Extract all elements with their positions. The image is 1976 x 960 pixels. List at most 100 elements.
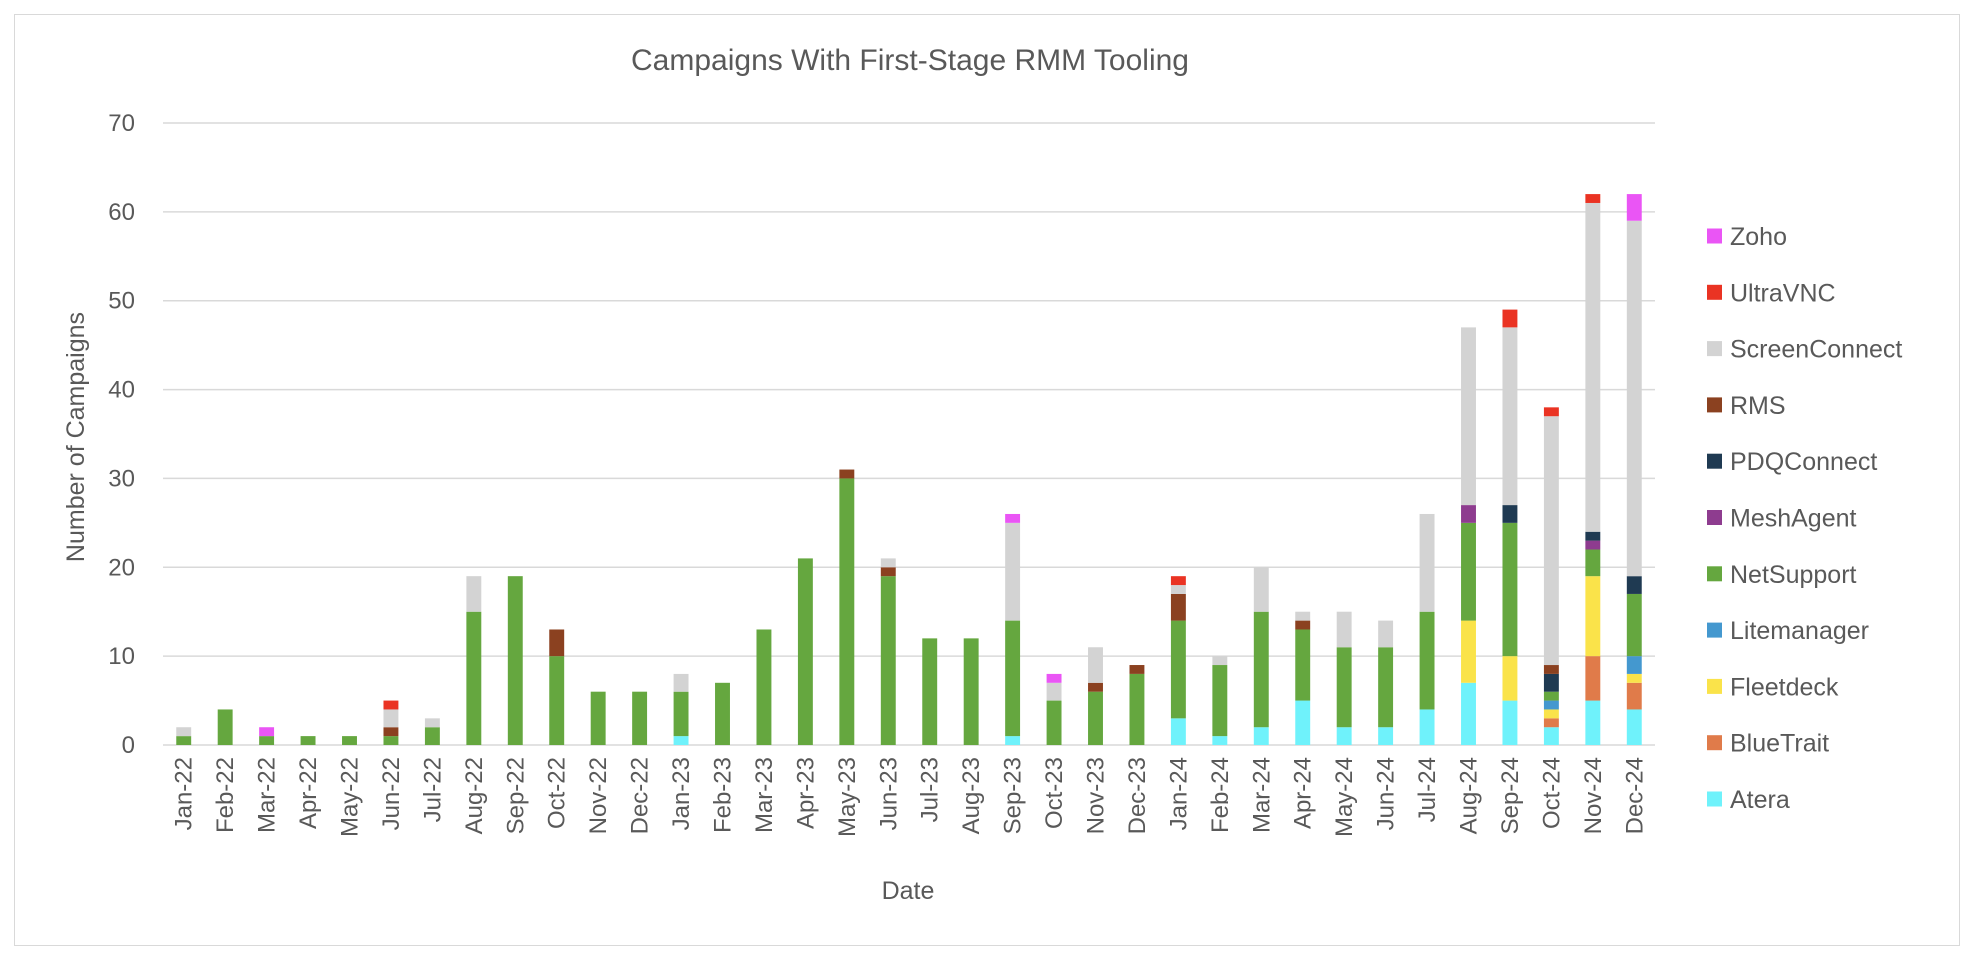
x-tick-label: May-23 [834,757,861,837]
legend-swatch [1707,397,1722,413]
bar-segment [1502,309,1518,328]
x-tick-label: Jan-23 [668,757,695,830]
bar-segment [383,727,399,737]
bar-segment [1543,700,1559,710]
bar-segment [1005,522,1021,621]
bar-segment [176,736,192,745]
bar-segment [1502,505,1518,523]
bar-segment [1295,620,1311,630]
bar-segment [1295,629,1311,701]
x-tick-label: Sep-23 [1000,757,1027,834]
bar-segment [880,567,896,577]
legend: Zoho UltraVNC ScreenConnect RMS PDQConnect Me… [1707,223,1902,814]
x-tick-label: Jul-22 [419,757,446,822]
bar-segment [839,478,855,745]
x-tick-label: Mar-24 [1248,757,1275,833]
bar-segment [673,691,689,737]
bar-segment [1543,718,1559,728]
bars [176,194,1642,745]
x-tick-label: Apr-24 [1290,757,1317,829]
bar-segment [1129,673,1145,745]
bar-segment [839,469,855,479]
bar-segment [383,736,399,745]
x-tick-label: Jan-24 [1165,757,1192,830]
bar-segment [1502,700,1518,745]
legend-label: Litemanager [1730,617,1869,645]
bar-segment [1585,202,1601,532]
legend-label: UltraVNC [1730,279,1836,307]
legend-swatch [1707,510,1722,525]
bar-segment [1626,709,1642,745]
bar-segment [1212,665,1228,737]
x-tick-label: Nov-24 [1580,757,1607,834]
x-tick-label: Aug-24 [1456,757,1483,834]
x-tick-label: Jan-22 [171,757,198,830]
bar-segment [1170,576,1186,586]
x-tick-label: Mar-22 [254,757,281,833]
bar-segment [1253,727,1269,745]
bar-segment [1378,727,1394,745]
bar-segment [383,700,399,710]
x-tick-label: Jun-22 [378,757,405,830]
x-tick-label: Feb-24 [1207,757,1234,833]
x-tick-label: Aug-23 [958,757,985,834]
bar-segment [756,629,772,745]
bar-segment [1626,682,1642,710]
legend-swatch [1707,228,1722,244]
x-tick-label: Apr-23 [792,757,819,829]
bar-segment [1585,540,1601,550]
legend-swatch [1707,622,1722,638]
bar-segment [1088,682,1103,692]
y-axis-ticks: 0 10 20 30 40 50 60 70 [108,110,135,759]
bar-segment [1253,611,1269,728]
legend-swatch [1707,566,1722,582]
x-tick-label: Aug-22 [461,757,488,834]
y-tick-label: 70 [108,110,135,137]
x-tick-label: Apr-22 [295,757,322,829]
legend-label: Zoho [1730,223,1787,251]
bar-segment [259,736,275,745]
bar-segment [217,709,233,745]
bar-segment [673,673,689,692]
x-tick-label: Sep-22 [502,757,529,834]
bar-segment [1502,522,1518,657]
bar-segment [507,576,523,745]
x-tick-label: Dec-24 [1621,757,1648,834]
x-tick-label: Oct-24 [1538,757,1565,829]
bar-segment [1295,700,1311,745]
x-tick-label: Jun-23 [875,757,902,830]
bar-segment [880,558,896,568]
bar-segment [1626,220,1642,577]
bar-segment [880,576,896,745]
chart-title: Campaigns With First-Stage RMM Tooling [631,44,1189,77]
bar-segment [342,736,357,745]
bar-segment [1253,567,1269,612]
y-tick-label: 10 [108,643,135,670]
x-tick-label: Sep-24 [1497,757,1524,834]
bar-segment [1046,700,1062,745]
bar-segment [1626,593,1642,657]
bar-segment [176,727,192,737]
bar-segment [1378,647,1394,728]
legend-label: BlueTrait [1730,730,1829,758]
bar-segment [1170,718,1186,745]
legend-label: Atera [1730,786,1790,814]
bar-segment [1543,709,1559,719]
bar-segment [383,709,399,728]
bar-segment [1461,620,1476,683]
bar-segment [1585,576,1601,657]
y-tick-label: 60 [108,199,135,226]
bar-segment [1543,727,1559,745]
x-tick-label: Oct-23 [1041,757,1068,829]
bar-segment [1419,709,1435,745]
x-tick-label: Jul-23 [917,757,944,822]
bar-segment [1088,647,1103,683]
bar-segment [1336,611,1352,648]
bar-segment [590,691,606,745]
bar-segment [922,638,938,745]
bar-segment [1585,549,1601,577]
bar-segment [715,682,730,745]
bar-segment [1626,576,1642,594]
bar-segment [1170,585,1186,594]
x-tick-label: Nov-23 [1083,757,1110,834]
